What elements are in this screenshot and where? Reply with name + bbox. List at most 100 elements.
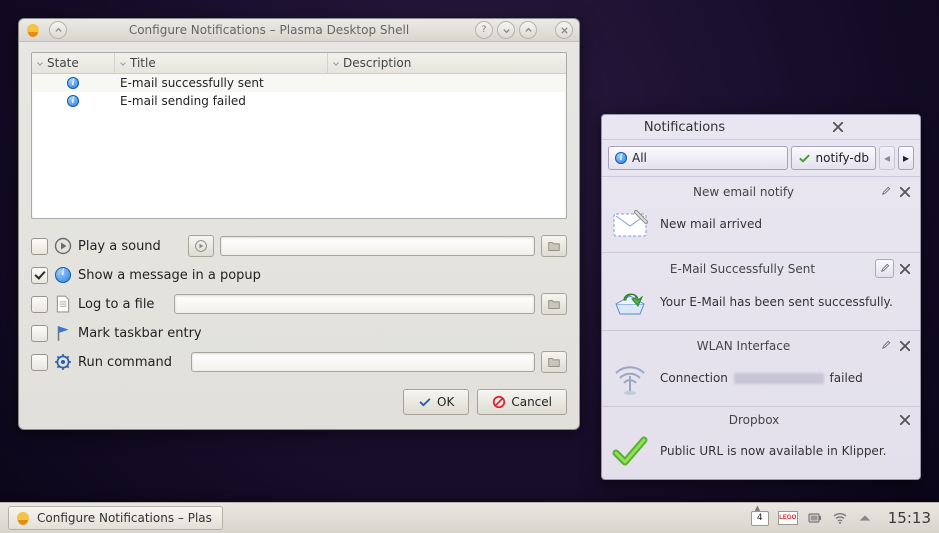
tray-app-icon[interactable]: LEGO xyxy=(778,511,798,525)
cancel-label: Cancel xyxy=(511,395,552,409)
check-icon xyxy=(798,152,811,165)
close-icon[interactable] xyxy=(761,120,914,134)
close-button[interactable] xyxy=(555,21,573,39)
col-description[interactable]: Description xyxy=(328,53,566,73)
gear-icon xyxy=(54,353,72,371)
help-button[interactable]: ? xyxy=(475,21,493,39)
ok-button[interactable]: OK xyxy=(403,389,469,415)
file-icon xyxy=(54,295,72,313)
ok-label: OK xyxy=(437,395,454,409)
cancel-button[interactable]: Cancel xyxy=(477,389,567,415)
notification-title: New email notify xyxy=(610,185,877,199)
configure-notifications-window: Configure Notifications – Plasma Desktop… xyxy=(18,18,580,430)
cmd-checkbox[interactable] xyxy=(31,354,48,371)
configure-button[interactable] xyxy=(877,183,894,200)
opt-popup: Show a message in a popup xyxy=(31,266,567,284)
notification-text: Your E-Mail has been sent successfully. xyxy=(660,295,912,309)
browse-sound-button[interactable] xyxy=(541,235,567,257)
opt-log: Log to a file xyxy=(31,293,567,315)
dismiss-button[interactable] xyxy=(898,413,912,427)
opt-taskbar: Mark taskbar entry xyxy=(31,324,567,342)
notifications-panel: Notifications All notify-db ◂ ▸ New emai… xyxy=(601,114,921,480)
keep-above-button[interactable] xyxy=(49,21,67,39)
notification-item: Dropbox Public URL is now available in K… xyxy=(602,406,920,479)
taskbar-entry[interactable]: Configure Notifications – Plas xyxy=(8,506,223,530)
notification-text: Connection failed xyxy=(660,371,912,385)
notification-item: WLAN Interface Connection failed xyxy=(602,330,920,406)
sound-checkbox[interactable] xyxy=(31,238,48,255)
system-tray: 4 LEGO 15:13 xyxy=(751,509,931,527)
dismiss-button[interactable] xyxy=(898,339,912,353)
sound-label: Play a sound xyxy=(78,239,161,254)
filter-next-button[interactable]: ▸ xyxy=(898,146,914,170)
taskbar: Configure Notifications – Plas 4 LEGO 15… xyxy=(0,502,939,533)
text-fragment: Connection xyxy=(660,371,732,385)
taskbar-checkbox[interactable] xyxy=(31,325,48,342)
notification-text: New mail arrived xyxy=(660,217,912,231)
col-state[interactable]: State xyxy=(32,53,115,73)
mail-sent-icon xyxy=(610,282,650,322)
info-icon xyxy=(67,77,79,89)
flag-icon xyxy=(54,324,72,342)
popup-label: Show a message in a popup xyxy=(78,268,261,283)
preview-sound-button[interactable] xyxy=(188,235,214,257)
app-icon xyxy=(15,510,31,526)
battery-icon[interactable] xyxy=(807,510,823,526)
wifi-icon[interactable] xyxy=(832,510,848,526)
configure-button[interactable] xyxy=(875,259,894,278)
browse-log-button[interactable] xyxy=(541,293,567,315)
table-row[interactable]: E-mail successfully sent xyxy=(32,74,566,92)
keyboard-layout-indicator[interactable]: 4 xyxy=(751,511,769,526)
log-checkbox[interactable] xyxy=(31,296,48,313)
window-title: Configure Notifications – Plasma Desktop… xyxy=(67,23,471,37)
filter-source-button[interactable]: notify-db xyxy=(791,146,876,170)
list-header[interactable]: State Title Description xyxy=(32,53,566,74)
table-row[interactable]: E-mail sending failed xyxy=(32,92,566,110)
row-title: E-mail sending failed xyxy=(114,93,326,109)
dismiss-button[interactable] xyxy=(898,262,912,276)
popup-checkbox[interactable] xyxy=(31,267,48,284)
tray-expand-icon[interactable] xyxy=(857,510,873,526)
notification-title: E-Mail Successfully Sent xyxy=(610,262,875,276)
configure-button[interactable] xyxy=(877,337,894,354)
app-icon xyxy=(25,22,41,38)
cmd-input[interactable] xyxy=(191,352,535,372)
notification-title: Dropbox xyxy=(610,413,898,427)
notifications-title: Notifications xyxy=(608,120,761,135)
notification-list[interactable]: State Title Description E-mail successfu… xyxy=(31,52,567,219)
text-fragment: failed xyxy=(826,371,863,385)
row-title: E-mail successfully sent xyxy=(114,75,326,91)
filter-prev-button[interactable]: ◂ xyxy=(879,146,895,170)
play-icon xyxy=(54,237,72,255)
sound-path-input[interactable] xyxy=(220,236,535,256)
filter-source-label: notify-db xyxy=(816,151,869,165)
opt-run-command: Run command xyxy=(31,351,567,373)
notification-text: Public URL is now available in Klipper. xyxy=(660,444,912,458)
check-icon xyxy=(610,431,650,471)
notifications-header: Notifications xyxy=(602,115,920,140)
list-rows: E-mail successfully sent E-mail sending … xyxy=(32,74,566,110)
info-icon xyxy=(615,152,627,164)
dismiss-button[interactable] xyxy=(898,185,912,199)
notification-item: E-Mail Successfully Sent Your E-Mail has… xyxy=(602,252,920,330)
filter-all-label: All xyxy=(632,151,647,165)
minimize-button[interactable] xyxy=(497,21,515,39)
col-title[interactable]: Title xyxy=(115,53,328,73)
dialog-buttons: OK Cancel xyxy=(31,389,567,415)
log-path-input[interactable] xyxy=(174,294,535,314)
opt-play-sound: Play a sound xyxy=(31,235,567,257)
browse-cmd-button[interactable] xyxy=(541,351,567,373)
notification-item: New email notify New mail arrived xyxy=(602,176,920,252)
maximize-button[interactable] xyxy=(519,21,537,39)
redacted-text xyxy=(734,373,824,384)
titlebar[interactable]: Configure Notifications – Plasma Desktop… xyxy=(19,19,579,42)
mail-icon xyxy=(610,204,650,244)
taskbar-entry-label: Configure Notifications – Plas xyxy=(37,511,212,525)
notification-title: WLAN Interface xyxy=(610,339,877,353)
filter-bar: All notify-db ◂ ▸ xyxy=(602,140,920,176)
clock[interactable]: 15:13 xyxy=(888,509,931,527)
filter-all-button[interactable]: All xyxy=(608,146,788,170)
window-body: State Title Description E-mail successfu… xyxy=(19,42,579,429)
info-icon xyxy=(54,266,72,284)
taskbar-label: Mark taskbar entry xyxy=(78,326,202,341)
